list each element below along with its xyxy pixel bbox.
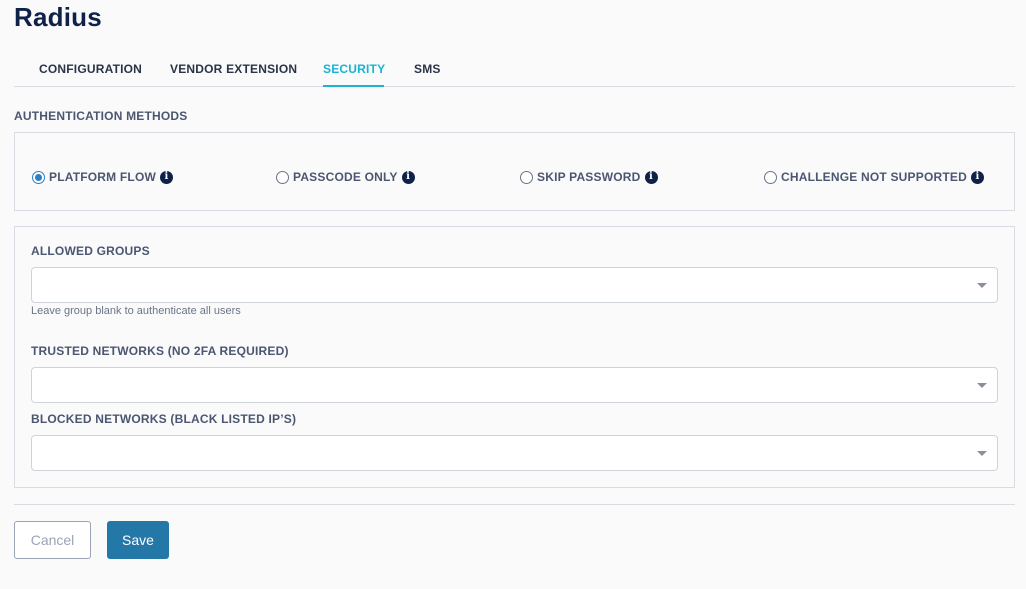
info-icon[interactable]: i [160,170,174,184]
radio-unchecked-icon [276,170,289,184]
radio-checked-icon [32,170,45,184]
page-title: Radius [14,2,102,32]
authentication-methods-panel: PLATFORM FLOW i PASSCODE ONLY i SKIP PAS… [14,132,1015,211]
radio-unchecked-icon [520,170,533,184]
save-button[interactable]: Save [107,521,169,559]
allowed-groups-hint: Leave group blank to authenticate all us… [31,305,241,317]
radio-skip-password[interactable]: SKIP PASSWORD i [520,170,658,184]
tab-sms[interactable]: SMS [414,62,441,76]
footer-divider [14,504,1015,505]
radio-passcode-only[interactable]: PASSCODE ONLY i [276,170,415,184]
blocked-networks-select[interactable] [31,435,998,471]
allowed-groups-label: ALLOWED GROUPS [31,244,150,258]
radio-unchecked-icon [764,170,777,184]
info-icon[interactable]: i [970,170,984,184]
caret-down-icon [977,283,987,288]
caret-down-icon [977,383,987,388]
radio-label: CHALLENGE NOT SUPPORTED [781,170,967,184]
info-icon[interactable]: i [644,170,658,184]
cancel-button[interactable]: Cancel [14,521,91,559]
radio-challenge-not-supported[interactable]: CHALLENGE NOT SUPPORTED i [764,170,984,184]
network-settings-panel: ALLOWED GROUPS Leave group blank to auth… [14,226,1015,488]
radio-label: SKIP PASSWORD [537,170,641,184]
caret-down-icon [977,451,987,456]
radio-label: PLATFORM FLOW [49,170,157,184]
tab-configuration[interactable]: CONFIGURATION [39,62,142,76]
tab-vendor-extension[interactable]: VENDOR EXTENSION [170,62,297,76]
trusted-networks-select[interactable] [31,367,998,403]
allowed-groups-select[interactable] [31,267,998,303]
tab-security[interactable]: SECURITY [323,62,385,76]
tab-bar: CONFIGURATION VENDOR EXTENSION SECURITY … [14,52,1015,87]
trusted-networks-label: TRUSTED NETWORKS (NO 2FA REQUIRED) [31,344,289,358]
blocked-networks-label: BLOCKED NETWORKS (BLACK LISTED IP’S) [31,412,297,426]
radio-label: PASSCODE ONLY [293,170,398,184]
authentication-methods-heading: AUTHENTICATION METHODS [14,109,188,123]
radio-platform-flow[interactable]: PLATFORM FLOW i [32,170,174,184]
info-icon[interactable]: i [401,170,415,184]
active-tab-indicator [323,85,384,87]
